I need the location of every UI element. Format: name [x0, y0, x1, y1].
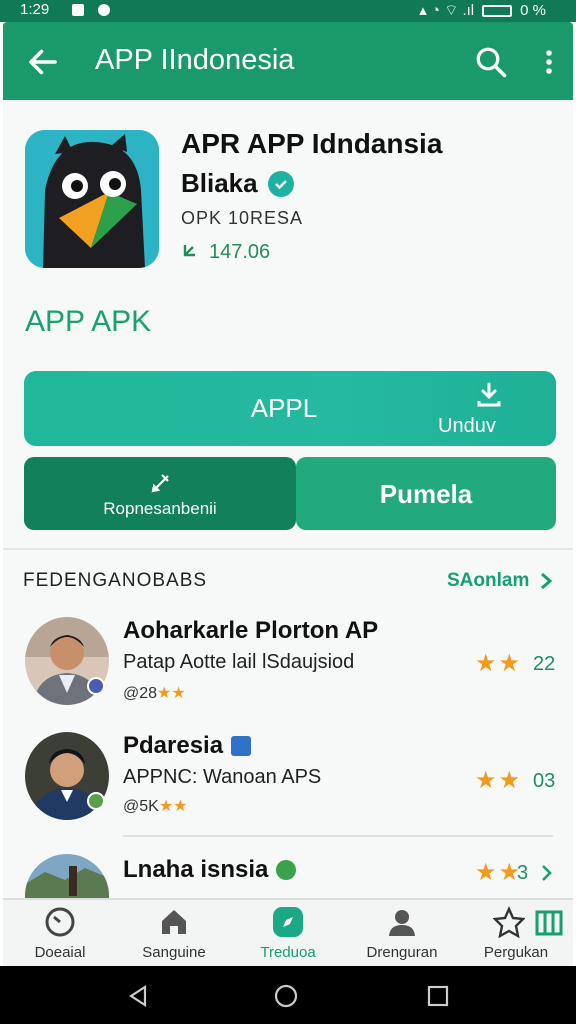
- nav-label: Sanguine: [142, 944, 206, 961]
- chevron-right-icon[interactable]: [541, 864, 553, 882]
- item-title-text: Lnaha isnsia: [123, 856, 269, 883]
- item-title: Aoharkarle Plorton AP: [123, 617, 379, 644]
- badge-icon: [87, 677, 105, 695]
- list-item[interactable]: Aoharkarle Plorton AP Patap Aotte lail l…: [3, 615, 573, 715]
- signal-icon: ▴ ◔ ⌔ .ıl: [419, 2, 475, 19]
- more-vert-icon[interactable]: [535, 44, 563, 80]
- rating-count: 03: [533, 770, 556, 792]
- item-meta: @5K★★: [123, 796, 188, 816]
- bottom-navigation: Doeaial Sanguine Treduoa Drenguran Pergu…: [3, 898, 573, 966]
- section-title: APP APK: [25, 305, 152, 338]
- nav-label: Pergukan: [483, 944, 549, 961]
- dashboard-icon: [45, 907, 75, 937]
- nav-item-explore[interactable]: Treduoa: [231, 900, 345, 968]
- app-developer[interactable]: OPK 10RESA: [181, 208, 303, 229]
- list-item[interactable]: Lnaha isnsia ★★ 3: [3, 852, 573, 898]
- nav-label: Doeaial: [34, 944, 86, 961]
- app-logo-icon: [25, 130, 159, 268]
- app-subtitle: Bliaka: [181, 168, 294, 199]
- badge-icon: [87, 792, 105, 810]
- download-icon: [477, 382, 501, 407]
- battery-text: 0 %: [520, 2, 546, 19]
- profile-icon: [389, 910, 415, 936]
- battery-icon: [482, 4, 513, 17]
- app-detail-content: APR APP Idndansia Bliaka OPK 10RESA 147.…: [3, 100, 573, 898]
- install-button[interactable]: APPL Unduv: [24, 371, 556, 446]
- app-subtitle-text: Bliaka: [181, 168, 258, 198]
- list-header: FEDENGANOBABS: [23, 570, 208, 591]
- status-icons: ▴ ◔ ⌔ .ıl 0 %: [419, 1, 546, 20]
- item-meta-text: @28: [123, 685, 158, 702]
- open-button[interactable]: Pumela: [296, 457, 556, 530]
- system-navigation-bar: [0, 966, 576, 1024]
- rating-stars: ★★: [475, 767, 523, 794]
- app-downloads: 147.06: [181, 241, 270, 264]
- secondary-action-label: Ropnesanbenii: [103, 499, 217, 518]
- search-icon[interactable]: [473, 44, 509, 80]
- download-count-icon: [183, 244, 195, 256]
- rating-stars: ★★: [475, 859, 523, 886]
- rating-count: 22: [533, 653, 556, 675]
- notification-icon: [72, 4, 84, 16]
- notification-icon: [98, 4, 110, 16]
- star-icon: ★★: [157, 685, 186, 702]
- item-meta: @28★★: [123, 683, 186, 703]
- compass-icon: [273, 907, 303, 937]
- secondary-action-button[interactable]: Ropnesanbenii: [24, 457, 296, 530]
- item-meta-text: @5K: [123, 798, 159, 815]
- download-label: Unduv: [438, 415, 496, 437]
- home-icon: [162, 910, 186, 934]
- divider: [123, 835, 553, 837]
- verified-check-icon: [267, 170, 294, 197]
- rating-stars: ★★: [475, 650, 523, 677]
- verified-check-icon: [276, 860, 297, 880]
- recents-square-icon[interactable]: [426, 984, 450, 1008]
- divider: [3, 548, 573, 550]
- page-title: APP IIndonesia: [95, 44, 295, 76]
- status-time: 1:29: [20, 1, 50, 18]
- list-item[interactable]: Pdaresia APPNC: Wanoan APS @5K★★ ★★ 03: [3, 730, 573, 840]
- star-icon: [493, 906, 525, 938]
- star-icon: ★★: [158, 798, 188, 815]
- nav-item-home[interactable]: Sanguine: [117, 900, 231, 968]
- open-button-label: Pumela: [379, 479, 473, 509]
- see-all-link[interactable]: SAonlam: [447, 570, 529, 592]
- nav-label: Drenguran: [366, 944, 438, 961]
- back-arrow-icon[interactable]: [25, 44, 61, 80]
- rating-count: 3: [517, 862, 529, 884]
- item-title: Pdaresia: [123, 732, 252, 760]
- download-count: 147.06: [209, 241, 271, 263]
- verified-badge-icon: [231, 736, 252, 756]
- nav-label: Treduoa: [260, 944, 316, 961]
- item-description: Patap Aotte lail lSdaujsiod: [123, 651, 355, 673]
- nav-item-favorites[interactable]: Pergukan: [459, 900, 573, 968]
- item-description: APPNC: Wanoan APS: [123, 766, 322, 788]
- pencil-icon: [151, 474, 169, 493]
- status-bar: 1:29 ▴ ◔ ⌔ .ıl 0 %: [0, 0, 576, 22]
- nav-item-profile[interactable]: Drenguran: [345, 900, 459, 968]
- grid-icon[interactable]: [535, 910, 563, 936]
- avatar: [25, 854, 109, 898]
- nav-item-dashboard[interactable]: Doeaial: [3, 900, 117, 968]
- item-title-text: Pdaresia: [123, 732, 224, 759]
- item-title: Lnaha isnsia: [123, 856, 297, 884]
- chevron-right-icon[interactable]: [539, 572, 553, 590]
- app-bar: APP IIndonesia: [3, 22, 573, 100]
- home-circle-icon[interactable]: [274, 984, 298, 1008]
- app-name: APR APP Idndansia: [181, 128, 443, 159]
- back-triangle-icon[interactable]: [126, 984, 150, 1008]
